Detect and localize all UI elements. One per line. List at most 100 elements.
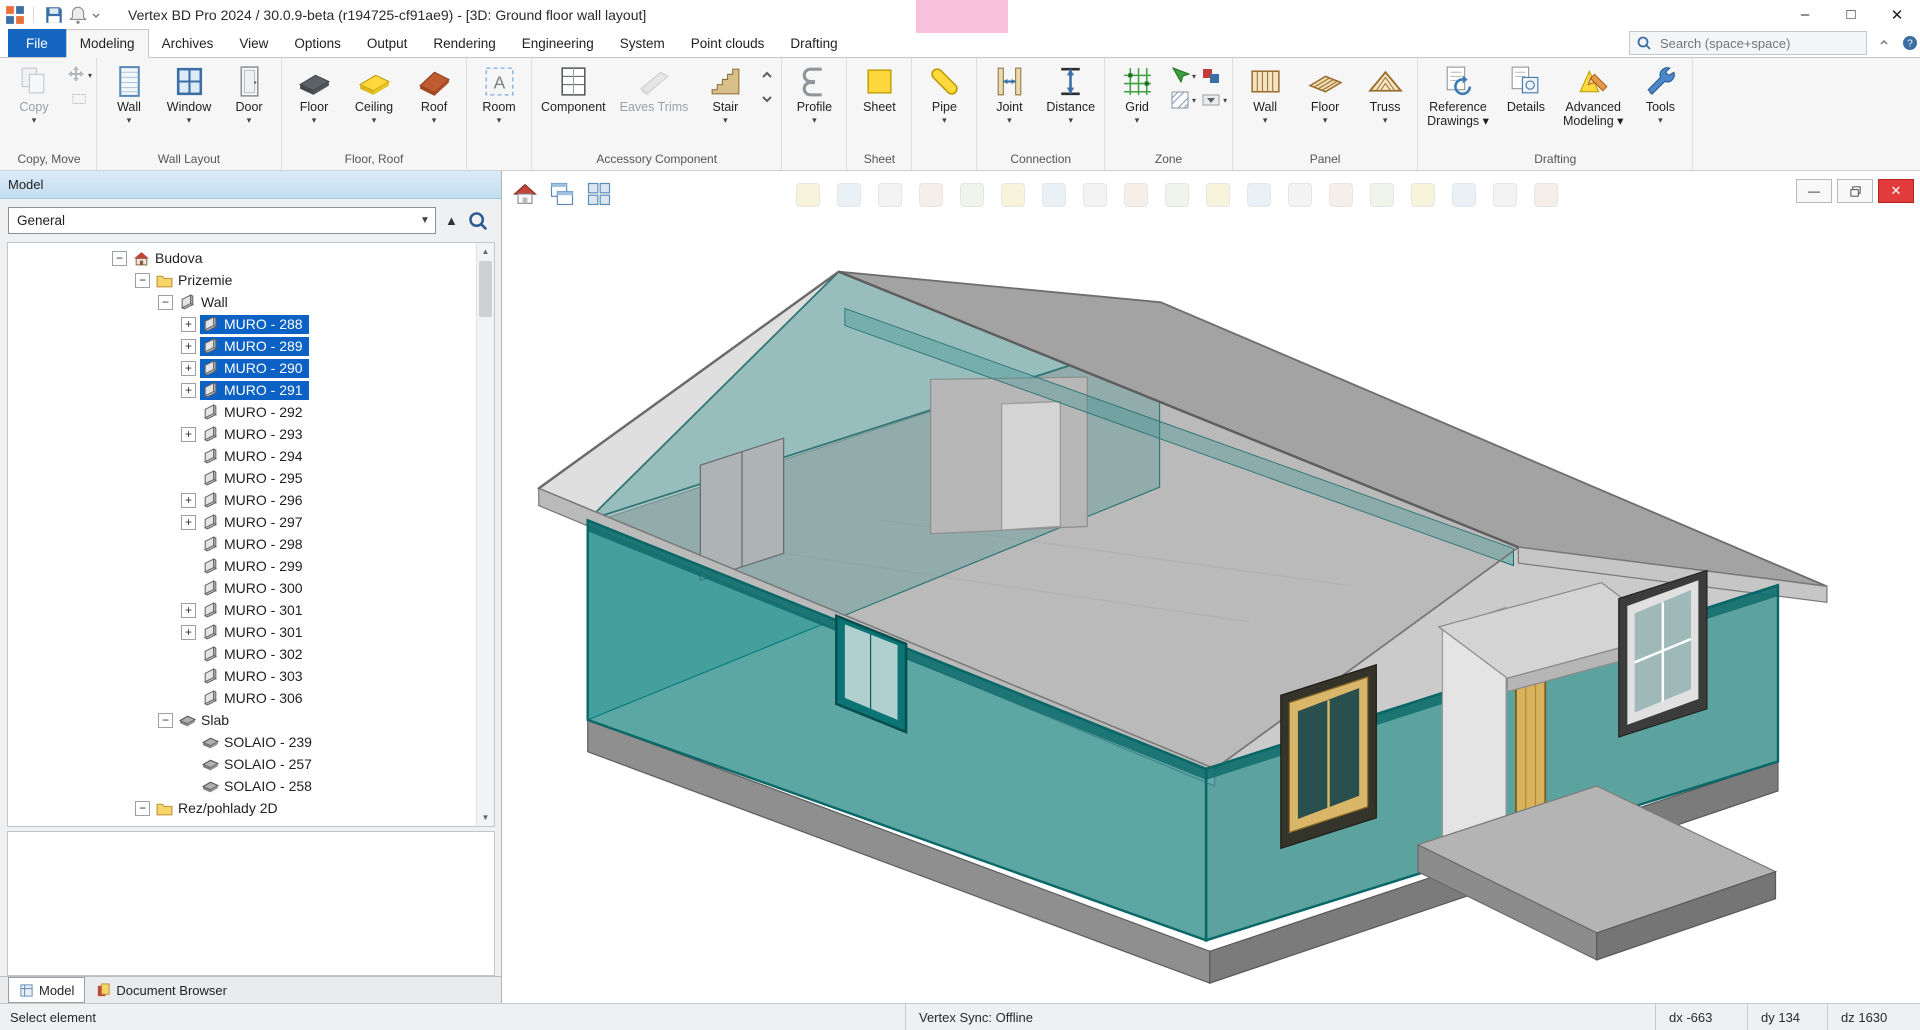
expand-toggle[interactable]: + bbox=[181, 515, 196, 530]
expand-toggle[interactable]: + bbox=[181, 625, 196, 640]
ribbon-button-wall[interactable]: Wall▾ bbox=[1235, 58, 1295, 126]
tab-point-clouds[interactable]: Point clouds bbox=[678, 29, 778, 57]
ribbon-button-grid[interactable]: Grid▾ bbox=[1107, 58, 1167, 126]
tree-item-muro-293[interactable]: +MURO - 293 bbox=[8, 423, 494, 445]
tree-item-muro-299[interactable]: MURO - 299 bbox=[8, 555, 494, 577]
viewport-close-button[interactable]: ✕ bbox=[1878, 179, 1914, 203]
expand-toggle[interactable]: + bbox=[181, 317, 196, 332]
search-box[interactable] bbox=[1629, 31, 1867, 55]
tree-item-muro-291[interactable]: +MURO - 291 bbox=[8, 379, 494, 401]
ribbon-button-truss[interactable]: Truss▾ bbox=[1355, 58, 1415, 126]
tree-item-muro-289[interactable]: +MURO - 289 bbox=[8, 335, 494, 357]
ribbon-button-joint[interactable]: Joint▾ bbox=[979, 58, 1039, 126]
viewport-restore-button[interactable] bbox=[1837, 179, 1873, 203]
tree-item-solaio-239[interactable]: SOLAIO - 239 bbox=[8, 731, 494, 753]
ribbon-button-copy[interactable]: Copy▾ bbox=[4, 58, 64, 126]
ribbon-button-gallery-down[interactable] bbox=[757, 89, 777, 109]
tree-item-muro-298[interactable]: MURO - 298 bbox=[8, 533, 494, 555]
ribbon-button-window[interactable]: Window▾ bbox=[159, 58, 219, 126]
3d-viewport[interactable]: — ✕ bbox=[502, 171, 1920, 1003]
search-input[interactable] bbox=[1658, 35, 1852, 52]
tab-rendering[interactable]: Rendering bbox=[420, 29, 508, 57]
ribbon-button-floor[interactable]: Floor▾ bbox=[1295, 58, 1355, 126]
collapse-toggle[interactable]: − bbox=[135, 273, 150, 288]
collapse-toggle[interactable]: − bbox=[158, 295, 173, 310]
viewport-minimize-button[interactable]: — bbox=[1796, 179, 1832, 203]
home-icon[interactable] bbox=[511, 180, 539, 208]
ribbon-button-stair[interactable]: Stair▾ bbox=[695, 58, 755, 126]
grid-view-icon[interactable] bbox=[585, 180, 613, 208]
ribbon-button-reference-drawings[interactable]: ReferenceDrawings ▾ bbox=[1420, 58, 1496, 130]
tab-model[interactable]: Model bbox=[8, 977, 85, 1003]
tree-item-muro-301[interactable]: +MURO - 301 bbox=[8, 599, 494, 621]
cascade-windows-icon[interactable] bbox=[548, 180, 576, 208]
help-icon[interactable]: ? bbox=[1901, 34, 1919, 52]
quick-access-chevron-icon[interactable] bbox=[90, 5, 102, 25]
ribbon-button-sheet[interactable]: Sheet bbox=[849, 58, 909, 115]
save-icon[interactable] bbox=[44, 5, 64, 25]
minimize-button[interactable]: – bbox=[1782, 0, 1828, 29]
tree-scrollbar[interactable]: ▲ ▼ bbox=[476, 243, 494, 826]
tree-item-muro-288[interactable]: +MURO - 288 bbox=[8, 313, 494, 335]
ribbon-button-eaves-trims[interactable]: Eaves Trims bbox=[613, 58, 696, 115]
scroll-down-icon[interactable]: ▼ bbox=[477, 809, 494, 826]
ribbon-button-tools[interactable]: Tools▾ bbox=[1630, 58, 1690, 126]
collapse-toggle[interactable]: − bbox=[135, 801, 150, 816]
tab-document-browser[interactable]: Document Browser bbox=[85, 977, 238, 1003]
tree-item-muro-301[interactable]: +MURO - 301 bbox=[8, 621, 494, 643]
tab-view[interactable]: View bbox=[226, 29, 281, 57]
tree-item-muro-303[interactable]: MURO - 303 bbox=[8, 665, 494, 687]
ribbon-button-room[interactable]: ARoom▾ bbox=[469, 58, 529, 126]
ribbon-button-component[interactable]: Component bbox=[534, 58, 613, 115]
tree-item-muro-294[interactable]: MURO - 294 bbox=[8, 445, 494, 467]
tree-item-muro-296[interactable]: +MURO - 296 bbox=[8, 489, 494, 511]
tree-item-muro-300[interactable]: MURO - 300 bbox=[8, 577, 494, 599]
ribbon-button-select-marquee[interactable] bbox=[69, 89, 89, 109]
ribbon-button-pipe[interactable]: Pipe▾ bbox=[914, 58, 974, 126]
ribbon-button-roof[interactable]: Roof▾ bbox=[404, 58, 464, 126]
ribbon-button-zone-hatch[interactable]: ▾ bbox=[1170, 90, 1196, 110]
ribbon-button-profile[interactable]: Profile▾ bbox=[784, 58, 844, 126]
expand-toggle[interactable]: + bbox=[181, 361, 196, 376]
expand-toggle[interactable]: + bbox=[181, 427, 196, 442]
tree-item-wall[interactable]: −Wall bbox=[8, 291, 494, 313]
collapse-ribbon-icon[interactable] bbox=[1875, 34, 1893, 52]
tab-file[interactable]: File bbox=[8, 29, 66, 57]
tab-options[interactable]: Options bbox=[281, 29, 354, 57]
tree-item-muro-302[interactable]: MURO - 302 bbox=[8, 643, 494, 665]
ribbon-button-zone-type[interactable]: ▾ bbox=[1201, 90, 1227, 110]
ribbon-button-ceiling[interactable]: Ceiling▾ bbox=[344, 58, 404, 126]
ribbon-button-zone-pick[interactable]: ▾ bbox=[1170, 66, 1196, 86]
collapse-toggle[interactable]: − bbox=[112, 251, 127, 266]
tree-item-muro-306[interactable]: MURO - 306 bbox=[8, 687, 494, 709]
tree-item-muro-295[interactable]: MURO - 295 bbox=[8, 467, 494, 489]
expand-toggle[interactable]: + bbox=[181, 383, 196, 398]
tree-item-solaio-257[interactable]: SOLAIO - 257 bbox=[8, 753, 494, 775]
tab-modeling[interactable]: Modeling bbox=[66, 29, 149, 58]
ribbon-button-floor[interactable]: Floor▾ bbox=[284, 58, 344, 126]
tab-drafting[interactable]: Drafting bbox=[777, 29, 850, 57]
maximize-button[interactable]: □ bbox=[1828, 0, 1874, 29]
ribbon-button-move[interactable]: ▾ bbox=[66, 65, 92, 85]
tree-item-muro-292[interactable]: MURO - 292 bbox=[8, 401, 494, 423]
sort-up-button[interactable]: ▲ bbox=[445, 213, 458, 228]
scrollbar-thumb[interactable] bbox=[479, 261, 492, 317]
tree-search-button[interactable] bbox=[467, 210, 489, 232]
filter-dropdown[interactable]: General ▼ bbox=[8, 207, 436, 234]
ribbon-button-advanced-modeling[interactable]: AdvancedModeling ▾ bbox=[1556, 58, 1630, 130]
ribbon-button-details[interactable]: Details bbox=[1496, 58, 1556, 115]
tree-item-muro-297[interactable]: +MURO - 297 bbox=[8, 511, 494, 533]
ribbon-button-gallery-up[interactable] bbox=[757, 65, 777, 85]
collapse-toggle[interactable]: − bbox=[158, 713, 173, 728]
tree-item-budova[interactable]: −Budova bbox=[8, 247, 494, 269]
scroll-up-icon[interactable]: ▲ bbox=[477, 243, 494, 260]
tab-engineering[interactable]: Engineering bbox=[509, 29, 607, 57]
tree-item-solaio-258[interactable]: SOLAIO - 258 bbox=[8, 775, 494, 797]
3d-model-view[interactable] bbox=[502, 171, 1920, 1003]
tab-archives[interactable]: Archives bbox=[149, 29, 227, 57]
tree-item-slab[interactable]: −Slab bbox=[8, 709, 494, 731]
tree-item-prizemie[interactable]: −Prizemie bbox=[8, 269, 494, 291]
tab-output[interactable]: Output bbox=[354, 29, 421, 57]
tree-item-rez-pohlady-2d[interactable]: −Rez/pohlady 2D bbox=[8, 797, 494, 819]
ribbon-button-wall[interactable]: Wall▾ bbox=[99, 58, 159, 126]
